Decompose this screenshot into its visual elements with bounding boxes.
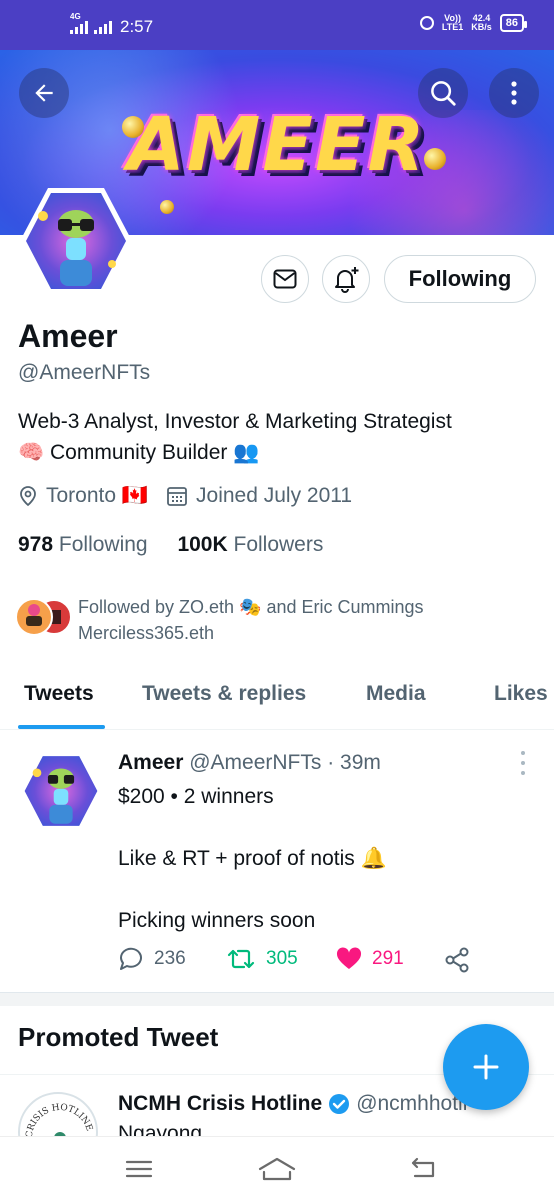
message-button[interactable]	[261, 255, 309, 303]
join-date-text: Joined July 2011	[196, 484, 353, 507]
network-type: 4G	[70, 12, 81, 21]
menu-icon	[125, 1160, 153, 1178]
tweet-header: Ameer @AmeerNFTs · 39m	[118, 751, 381, 775]
mutual-avatars	[14, 594, 74, 640]
mail-icon	[273, 269, 297, 289]
following-count[interactable]: 978 Following	[18, 533, 148, 556]
coin-decoration	[424, 148, 446, 170]
location-pin-icon	[20, 486, 36, 507]
network-speed: 42.4 KB/s	[471, 13, 492, 32]
calendar-icon	[167, 487, 187, 506]
tweet-author-name[interactable]: Ameer	[118, 751, 183, 774]
home-nav-button[interactable]	[257, 1151, 297, 1187]
plus-icon	[473, 1054, 499, 1080]
coin-decoration	[160, 200, 174, 214]
follow-counts: 978 Following 100K Followers	[18, 533, 323, 557]
compose-tweet-button[interactable]	[443, 1024, 529, 1110]
like-button[interactable]: 291	[336, 947, 404, 971]
profile-bio: Web-3 Analyst, Investor & Marketing Stra…	[18, 406, 538, 468]
share-icon	[445, 947, 469, 973]
signal-icon: 4G	[70, 12, 88, 34]
search-icon	[431, 81, 456, 106]
location: Toronto 🇨🇦	[18, 484, 148, 508]
followers-count[interactable]: 100K Followers	[177, 533, 323, 556]
tweet-time: · 39m	[327, 751, 381, 774]
more-options-button[interactable]	[489, 68, 539, 118]
promoted-author-handle: @ncmhhotli	[356, 1092, 468, 1115]
followed-by-text: Followed by ZO.eth 🎭 and Eric Cummings M…	[78, 597, 424, 643]
like-count: 291	[372, 948, 404, 969]
retweet-icon	[227, 949, 255, 969]
profile-meta: Toronto 🇨🇦 Joined July 2011	[18, 484, 370, 508]
volte-indicator: Vo)) LTE1	[441, 13, 464, 32]
verified-badge-icon	[329, 1094, 350, 1114]
tweet-avatar[interactable]	[18, 751, 104, 831]
tab-tweets[interactable]: Tweets	[24, 682, 94, 706]
tweet-text: $200 • 2 winners Like & RT + proof of no…	[118, 785, 387, 932]
profile-name: Ameer	[18, 318, 118, 354]
tab-tweets-replies[interactable]: Tweets & replies	[142, 682, 306, 706]
home-icon	[258, 1157, 296, 1181]
profile-handle: @AmeerNFTs	[18, 361, 151, 384]
search-button[interactable]	[418, 68, 468, 118]
status-left: 4G 2:57	[70, 12, 154, 37]
retweet-button[interactable]: 305	[226, 947, 298, 971]
promoted-section-title: Promoted Tweet	[18, 1022, 219, 1052]
signal-icon	[94, 20, 112, 34]
share-button[interactable]	[444, 947, 470, 973]
bio-line: Web-3 Analyst, Investor & Marketing Stra…	[18, 410, 452, 433]
back-button[interactable]	[19, 68, 69, 118]
bell-plus-icon	[335, 267, 359, 293]
promoted-author-name[interactable]: NCMH Crisis Hotline	[118, 1092, 322, 1116]
followed-by[interactable]: Followed by ZO.eth 🎭 and Eric Cummings M…	[14, 594, 424, 646]
reply-count: 236	[154, 948, 186, 969]
section-divider	[0, 992, 554, 1006]
profile-avatar[interactable]	[18, 186, 134, 296]
active-tab-indicator	[18, 725, 105, 729]
banner-title: AMEER	[127, 102, 427, 188]
back-arrow-icon	[35, 84, 53, 102]
location-text: Toronto 🇨🇦	[46, 484, 149, 507]
menu-nav-button[interactable]	[119, 1151, 159, 1187]
following-button[interactable]: Following	[384, 255, 536, 303]
retweet-count: 305	[266, 948, 298, 969]
reply-icon	[119, 947, 142, 970]
tweet-more-icon[interactable]	[515, 751, 531, 775]
clock: 2:57	[120, 17, 154, 36]
tweet[interactable]: Ameer @AmeerNFTs · 39m $200 • 2 winners …	[0, 731, 554, 993]
notifications-button[interactable]	[322, 255, 370, 303]
tweet-actions: 236 305 291	[118, 947, 538, 977]
tab-media[interactable]: Media	[366, 682, 426, 706]
alarm-icon	[419, 16, 434, 30]
back-icon	[411, 1157, 435, 1178]
coin-decoration	[122, 116, 144, 138]
bio-line: 🧠 Community Builder 👥	[18, 441, 260, 464]
back-nav-button[interactable]	[402, 1151, 442, 1187]
status-right: Vo)) LTE1 42.4 KB/s 86	[419, 13, 528, 32]
status-bar: 4G 2:57 Vo)) LTE1 42.4 KB/s 86	[0, 0, 554, 50]
tab-likes[interactable]: Likes	[494, 682, 548, 706]
more-vertical-icon	[511, 81, 517, 105]
tweet-author-handle: @AmeerNFTs	[189, 751, 322, 774]
system-nav-bar	[0, 1136, 554, 1200]
reply-button[interactable]: 236	[118, 947, 186, 971]
promoted-text: Ngayong	[118, 1122, 203, 1136]
heart-icon	[336, 947, 362, 969]
join-date: Joined July 2011	[166, 484, 352, 508]
battery-icon: 86	[499, 14, 528, 32]
profile-tabs: Tweets Tweets & replies Media Likes	[0, 666, 554, 730]
